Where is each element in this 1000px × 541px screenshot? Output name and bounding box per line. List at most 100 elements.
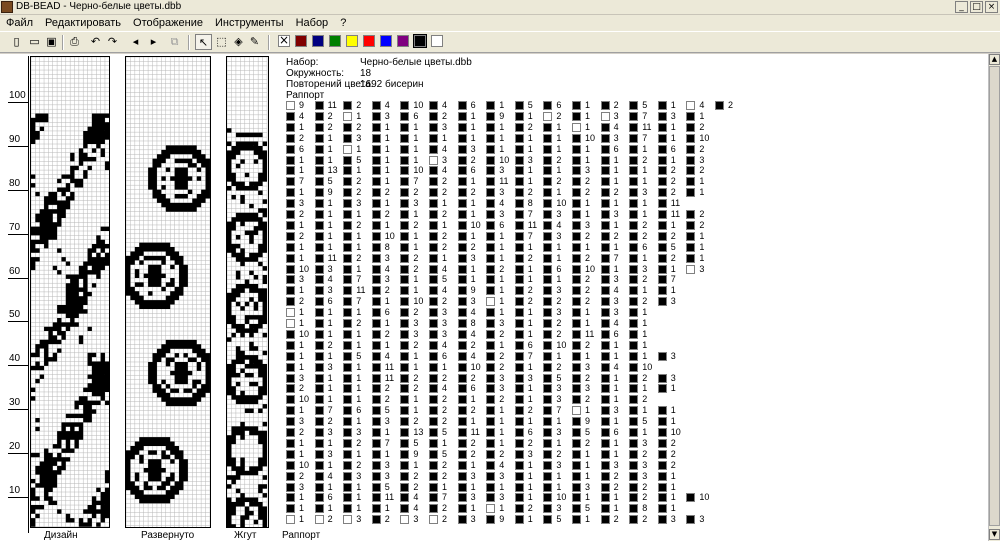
undo-icon[interactable]: ↶ <box>87 34 104 50</box>
rapport-count: 4 <box>442 339 448 350</box>
arrow-left-icon[interactable]: ◂ <box>127 34 144 50</box>
rapport-bead <box>543 504 553 514</box>
rapport-bead <box>343 384 353 394</box>
rapport-bead <box>314 275 324 285</box>
redo-icon[interactable]: ↷ <box>104 34 121 50</box>
menu-edit[interactable]: Редактировать <box>39 15 127 31</box>
maximize-button[interactable]: □ <box>970 1 983 13</box>
swatch-navy[interactable] <box>312 35 324 47</box>
swatch-purple[interactable] <box>397 35 409 47</box>
rapport-bead <box>514 373 524 383</box>
rapport-bead <box>457 286 467 296</box>
rapport-count: 3 <box>442 328 448 339</box>
rapport-bead <box>600 199 610 209</box>
rapport-bead <box>286 460 295 470</box>
menu-help[interactable]: ? <box>334 15 352 31</box>
swatch-red[interactable] <box>363 35 375 47</box>
rapport-count: 2 <box>527 296 533 307</box>
rapport-bead <box>514 340 524 350</box>
swatch-black[interactable] <box>413 34 427 48</box>
minimize-button[interactable]: _ <box>955 1 968 13</box>
swatch-yellow[interactable] <box>346 35 358 47</box>
rapport-count: 1 <box>585 459 591 470</box>
scroll-thumb[interactable] <box>989 66 1000 526</box>
save-icon[interactable]: ▣ <box>43 34 60 50</box>
rapport-bead <box>486 471 496 481</box>
select-rect-icon[interactable]: ⬚ <box>213 34 230 50</box>
rapport-count: 1 <box>613 176 619 187</box>
rapport-bead <box>286 384 295 394</box>
rapport-bead <box>572 373 581 383</box>
rapport-bead <box>600 395 610 405</box>
rapport-bead <box>400 275 410 285</box>
new-icon[interactable]: ▯ <box>8 34 25 50</box>
arrow-right-icon[interactable]: ▸ <box>145 34 162 50</box>
rapport-bead <box>600 101 610 110</box>
rapport-bead <box>371 253 381 263</box>
rapport-count: 10 <box>413 165 424 176</box>
rapport-count: 4 <box>327 470 333 481</box>
rapport-bead <box>514 111 524 121</box>
rapport-count: 1 <box>470 230 476 241</box>
menu-view[interactable]: Отображение <box>127 15 209 31</box>
rapport-count: 1 <box>556 416 562 427</box>
design-grid[interactable] <box>30 56 110 528</box>
menu-tools[interactable]: Инструменты <box>209 15 290 31</box>
rapport-bead <box>572 515 581 525</box>
open-icon[interactable]: ▭ <box>26 34 43 50</box>
rapport-bead <box>486 133 496 143</box>
rapport-count: 7 <box>384 437 390 448</box>
rapport-bead <box>400 482 410 492</box>
rapport-count: 1 <box>613 219 619 230</box>
rapport-count: 5 <box>384 481 390 492</box>
rapport-bead <box>543 471 553 481</box>
rapport-count: 6 <box>613 328 619 339</box>
rapport-count: 5 <box>327 176 333 187</box>
rapport-count: 2 <box>384 394 390 405</box>
swatch-maroon[interactable] <box>295 35 307 47</box>
rapport-bead <box>286 210 295 219</box>
swatch-green[interactable] <box>329 35 341 47</box>
clear-swatch[interactable]: × <box>278 34 290 47</box>
rapport-bead <box>600 177 610 187</box>
unrolled-grid[interactable] <box>125 56 211 528</box>
copy-icon[interactable]: ⧉ <box>166 34 183 50</box>
rapport-count: 2 <box>556 296 562 307</box>
rapport-count: 1 <box>613 448 619 459</box>
close-button[interactable]: × <box>985 1 998 13</box>
rapport-bead <box>343 188 353 198</box>
rapport-bead <box>629 428 639 437</box>
rapport-bead <box>657 351 667 361</box>
rapport-count: 2 <box>556 110 562 121</box>
scroll-down-button[interactable]: ▼ <box>989 529 1000 540</box>
rapport-count: 1 <box>356 481 362 492</box>
rapport-bead <box>629 144 639 154</box>
rapport-bead <box>286 177 295 187</box>
rapport-bead <box>400 493 410 503</box>
rapport-bead <box>400 438 410 448</box>
tube-grid[interactable] <box>226 56 269 528</box>
rapport-bead <box>657 384 667 394</box>
rapport-bead <box>371 297 381 307</box>
rapport-count: 2 <box>442 230 448 241</box>
rapport-bead <box>429 177 438 187</box>
rapport-count: 1 <box>585 492 591 503</box>
ruler-label: 70 <box>9 222 21 233</box>
menu-file[interactable]: Файл <box>0 15 39 31</box>
eyedropper-icon[interactable]: ✎ <box>246 34 263 50</box>
rapport-bead <box>629 406 639 416</box>
vertical-scrollbar[interactable]: ▲ ▼ <box>988 54 1000 541</box>
rapport-count: 2 <box>299 132 305 143</box>
swatch-white[interactable] <box>431 35 443 47</box>
ruler-tick <box>8 453 28 454</box>
menu-set[interactable]: Набор <box>290 15 335 31</box>
scroll-up-button[interactable]: ▲ <box>989 54 1000 65</box>
pointer-icon[interactable]: ↖ <box>195 34 212 50</box>
rapport-bead <box>686 166 696 176</box>
swatch-blue[interactable] <box>380 35 392 47</box>
print-icon[interactable]: ⎙ <box>66 34 83 50</box>
rapport-bead <box>371 340 381 350</box>
rapport-count: 1 <box>642 209 648 219</box>
fill-icon[interactable]: ◈ <box>230 34 247 50</box>
rapport-count: 10 <box>642 361 653 372</box>
